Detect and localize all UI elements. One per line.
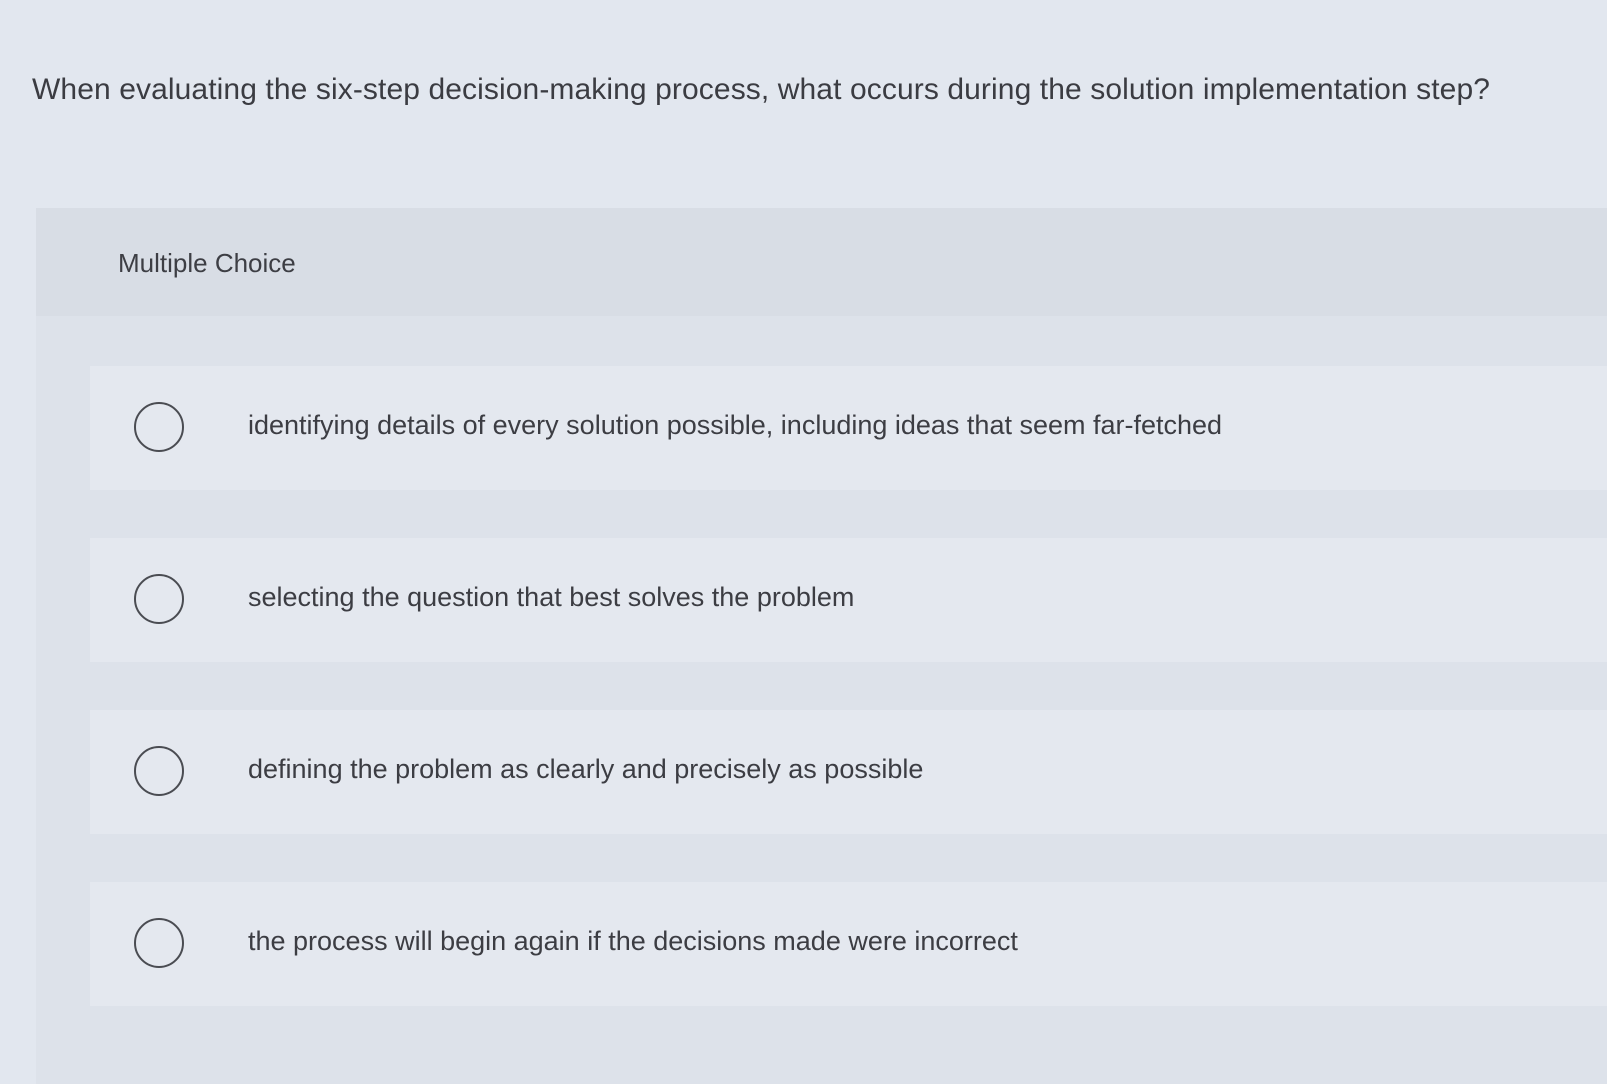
answer-option-2[interactable]: selecting the question that best solves … [90, 538, 1607, 662]
answer-options-list: identifying details of every solution po… [90, 366, 1607, 1054]
answer-option-label: identifying details of every solution po… [248, 410, 1223, 440]
answer-option-label: defining the problem as clearly and prec… [248, 754, 924, 784]
answer-option-1[interactable]: identifying details of every solution po… [90, 366, 1607, 490]
answer-option-4[interactable]: the process will begin again if the deci… [90, 882, 1607, 1006]
multiple-choice-label: Multiple Choice [118, 248, 296, 278]
radio-button-icon[interactable] [134, 918, 184, 968]
radio-button-icon[interactable] [134, 402, 184, 452]
answer-option-label: the process will begin again if the deci… [248, 926, 1018, 956]
multiple-choice-panel: Multiple Choice identifying details of e… [36, 208, 1607, 1084]
question-text: When evaluating the six-step decision-ma… [32, 73, 1491, 106]
radio-button-icon[interactable] [134, 574, 184, 624]
answer-option-3[interactable]: defining the problem as clearly and prec… [90, 710, 1607, 834]
multiple-choice-header: Multiple Choice [36, 208, 1607, 316]
radio-button-icon[interactable] [134, 746, 184, 796]
answer-option-label: selecting the question that best solves … [248, 582, 855, 612]
